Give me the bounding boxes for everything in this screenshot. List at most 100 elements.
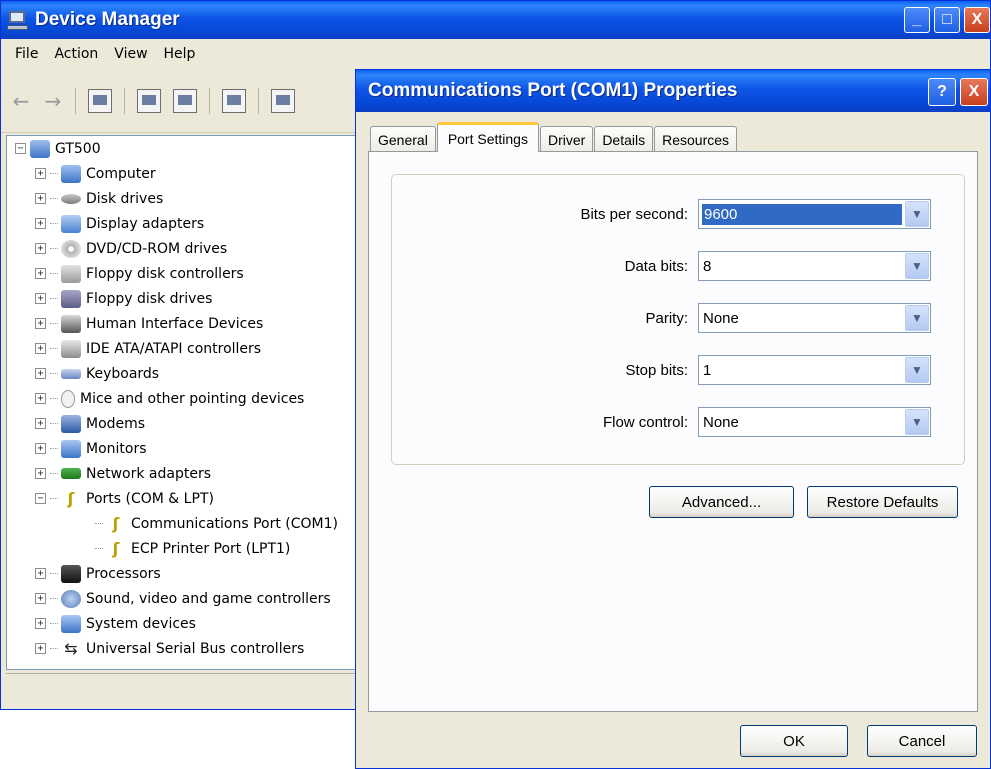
collapse-icon[interactable]: − (35, 493, 46, 504)
collapse-icon[interactable]: − (15, 143, 26, 154)
scan-hardware-icon[interactable] (271, 88, 295, 113)
close-button[interactable]: X (964, 7, 990, 33)
print-icon[interactable] (173, 88, 197, 113)
tree-item[interactable]: + Mice and other pointing devices (7, 386, 365, 411)
tree-item-label: Floppy disk drives (86, 290, 213, 307)
ok-button[interactable]: OK (740, 725, 848, 757)
port-icon: ʃ (112, 538, 120, 558)
tree-item-label: Universal Serial Bus controllers (86, 640, 305, 657)
expand-icon[interactable]: + (35, 618, 46, 629)
data-bits-select[interactable]: 8 ▼ (698, 251, 931, 281)
tree-item[interactable]: + Display adapters (7, 211, 365, 236)
tree-item[interactable]: + Sound, video and game controllers (7, 586, 365, 611)
tree-item[interactable]: + Network adapters (7, 461, 365, 486)
back-arrow-icon[interactable]: ← (11, 89, 31, 113)
dialog-titlebar[interactable]: Communications Port (COM1) Properties ? … (356, 70, 990, 112)
tree-item[interactable]: + ⇆ Universal Serial Bus controllers (7, 636, 365, 661)
tab-port-settings[interactable]: Port Settings (436, 122, 539, 152)
expand-icon[interactable]: + (35, 318, 46, 329)
expand-icon[interactable]: + (35, 643, 46, 654)
tree-connector (50, 398, 58, 399)
bits-per-second-select[interactable]: 9600 ▼ (698, 199, 931, 229)
show-hide-tree-icon[interactable] (88, 88, 112, 113)
expand-icon[interactable]: + (35, 468, 46, 479)
tab-resources[interactable]: Resources (654, 126, 738, 152)
advanced-button[interactable]: Advanced... (649, 486, 794, 518)
tree-item[interactable]: + Floppy disk drives (7, 286, 365, 311)
tab-general[interactable]: General (370, 126, 436, 152)
parity-value: None (703, 309, 739, 327)
expand-icon[interactable]: + (35, 568, 46, 579)
tree-item[interactable]: + Processors (7, 561, 365, 586)
dialog-close-button[interactable]: X (960, 78, 988, 106)
tree-child-item[interactable]: ʃ Communications Port (COM1) (7, 511, 365, 536)
tree-item-label: Mice and other pointing devices (80, 390, 305, 407)
expand-icon[interactable]: + (35, 368, 46, 379)
tree-item[interactable]: + Keyboards (7, 361, 365, 386)
help-icon[interactable] (222, 88, 246, 113)
forward-arrow-icon[interactable]: → (43, 89, 63, 113)
mouse-icon (61, 389, 75, 408)
tree-item[interactable]: + Floppy disk controllers (7, 261, 365, 286)
expand-icon[interactable]: + (35, 193, 46, 204)
chevron-down-icon[interactable]: ▼ (905, 305, 929, 331)
tab-driver[interactable]: Driver (539, 126, 594, 152)
expand-icon[interactable]: + (35, 218, 46, 229)
tree-item[interactable]: + Computer (7, 161, 365, 186)
tree-item-label: Modems (86, 415, 146, 432)
tab-details[interactable]: Details (594, 126, 654, 152)
minimize-button[interactable]: _ (904, 7, 930, 33)
maximize-button[interactable]: □ (934, 7, 960, 33)
sound-icon (61, 589, 81, 608)
tree-item[interactable]: + Monitors (7, 436, 365, 461)
flow-control-select[interactable]: None ▼ (698, 407, 931, 437)
menu-help[interactable]: Help (158, 44, 206, 64)
tree-item-label: Disk drives (86, 190, 164, 207)
parity-select[interactable]: None ▼ (698, 303, 931, 333)
processor-icon (61, 564, 81, 583)
display-adapter-icon (61, 214, 81, 233)
stop-bits-select[interactable]: 1 ▼ (698, 355, 931, 385)
tree-connector (50, 273, 58, 274)
tree-item[interactable]: − ʃ Ports (COM & LPT) (7, 486, 365, 511)
chevron-down-icon[interactable]: ▼ (905, 201, 929, 227)
stop-bits-row: Stop bits: 1 ▼ (392, 354, 966, 386)
dm-titlebar[interactable]: Device Manager _ □ X (1, 1, 990, 39)
expand-icon[interactable]: + (35, 393, 46, 404)
tree-item[interactable]: + Modems (7, 411, 365, 436)
expand-icon[interactable]: + (35, 268, 46, 279)
cancel-button[interactable]: Cancel (867, 725, 977, 757)
chevron-down-icon[interactable]: ▼ (905, 253, 929, 279)
properties-icon[interactable] (137, 88, 161, 113)
chevron-down-icon[interactable]: ▼ (905, 409, 929, 435)
menu-view[interactable]: View (108, 44, 157, 64)
tree-item[interactable]: + Disk drives (7, 186, 365, 211)
tree-connector (50, 448, 58, 449)
dvd-icon (61, 239, 81, 258)
menu-action[interactable]: Action (48, 44, 108, 64)
tree-item[interactable]: + System devices (7, 611, 365, 636)
menu-file[interactable]: File (9, 44, 48, 64)
expand-icon[interactable]: + (35, 168, 46, 179)
tree-root[interactable]: − GT500 (7, 136, 365, 161)
expand-icon[interactable]: + (35, 443, 46, 454)
tree-child-item[interactable]: ʃ ECP Printer Port (LPT1) (7, 536, 365, 561)
expand-icon[interactable]: + (35, 343, 46, 354)
help-button[interactable]: ? (928, 78, 956, 106)
chevron-down-icon[interactable]: ▼ (905, 357, 929, 383)
tree-item-label: ECP Printer Port (LPT1) (131, 540, 291, 557)
tree-connector (50, 173, 58, 174)
expand-icon[interactable]: + (35, 243, 46, 254)
monitor-icon (61, 439, 81, 458)
tree-item[interactable]: + IDE ATA/ATAPI controllers (7, 336, 365, 361)
tree-item[interactable]: + DVD/CD-ROM drives (7, 236, 365, 261)
expand-icon[interactable]: + (35, 418, 46, 429)
tree-item[interactable]: + Human Interface Devices (7, 311, 365, 336)
parity-row: Parity: None ▼ (392, 302, 966, 334)
device-tree[interactable]: − GT500 + Computer + Disk drives + Display ad… (6, 135, 366, 670)
expand-icon[interactable]: + (35, 593, 46, 604)
restore-defaults-button[interactable]: Restore Defaults (807, 486, 958, 518)
expand-icon[interactable]: + (35, 293, 46, 304)
tree-connector (50, 573, 58, 574)
tree-connector (50, 198, 58, 199)
